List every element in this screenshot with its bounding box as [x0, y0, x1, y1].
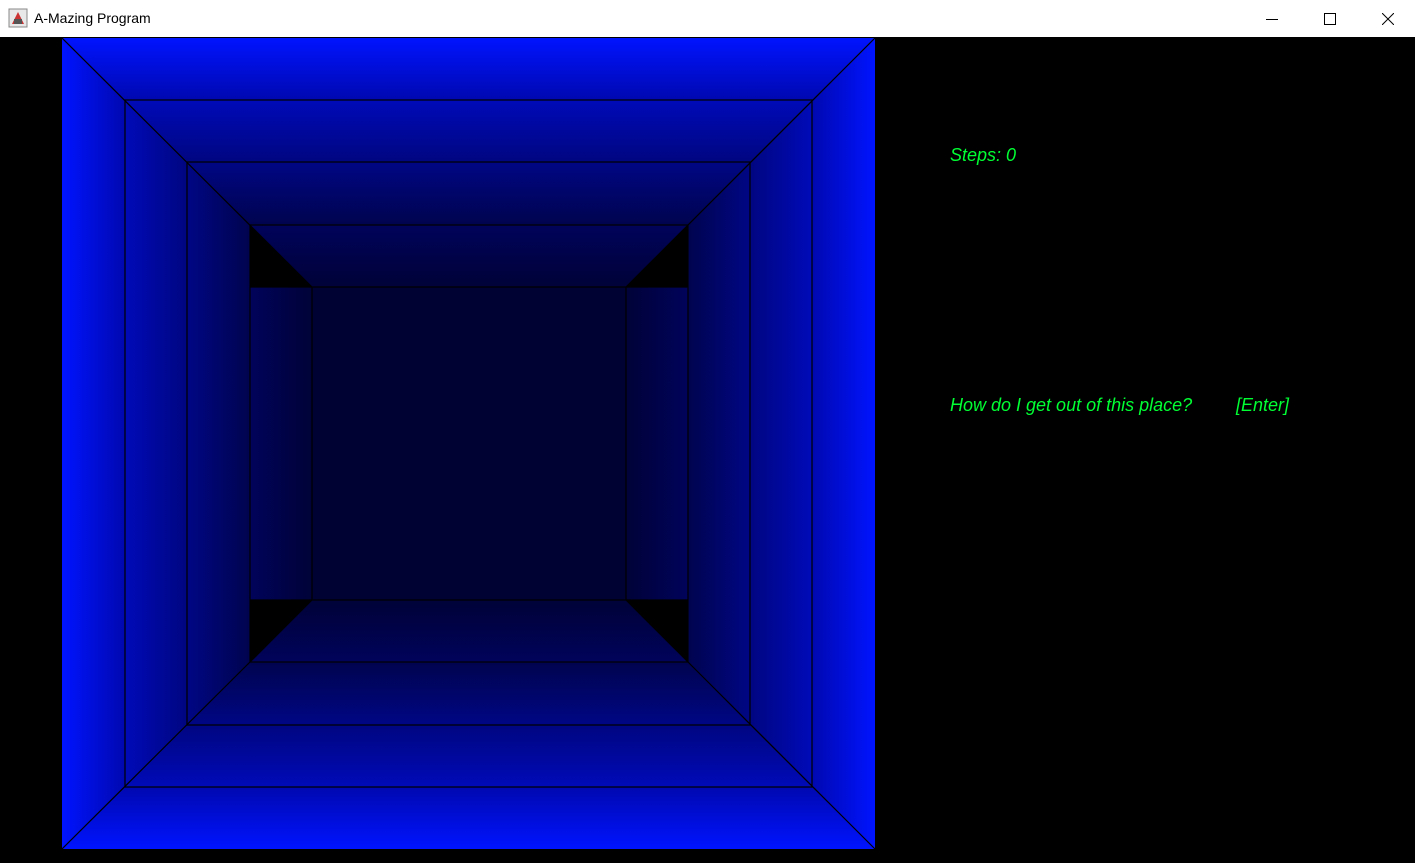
- maze-left-wall: [187, 162, 250, 725]
- maze-floor: [125, 725, 812, 787]
- enter-hint[interactable]: [Enter]: [1236, 395, 1289, 416]
- steps-counter: Steps: 0: [950, 145, 1017, 165]
- maze-right-opening: [626, 287, 688, 600]
- maze-left-opening: [250, 287, 312, 600]
- maze-floor: [187, 662, 750, 725]
- title-bar[interactable]: A-Mazing Program: [0, 0, 1415, 37]
- maze-left-wall: [125, 100, 187, 787]
- minimize-icon: [1266, 18, 1278, 20]
- close-button[interactable]: [1359, 0, 1415, 37]
- window-title: A-Mazing Program: [34, 10, 151, 26]
- close-icon: [1382, 12, 1394, 25]
- maze-right-wall: [750, 100, 812, 787]
- maze-floor: [250, 600, 688, 662]
- app-icon: [8, 8, 28, 28]
- prompt-text: How do I get out of this place?: [950, 395, 1193, 415]
- maze-back-wall: [312, 287, 626, 600]
- maze-right-wall: [812, 38, 875, 849]
- maximize-button[interactable]: [1301, 0, 1359, 37]
- minimize-button[interactable]: [1243, 0, 1301, 37]
- maze-ceiling: [62, 38, 875, 100]
- maze-ceiling: [187, 162, 750, 225]
- maze-ceiling: [250, 225, 688, 287]
- maze-left-wall: [62, 38, 125, 849]
- maze-floor: [62, 787, 875, 849]
- maze-ceiling: [125, 100, 812, 162]
- maze-right-wall: [688, 162, 750, 725]
- maximize-icon: [1324, 12, 1336, 25]
- maze-3d-view: [62, 38, 876, 850]
- game-canvas[interactable]: Steps: 0 How do I get out of this place?…: [0, 37, 1415, 863]
